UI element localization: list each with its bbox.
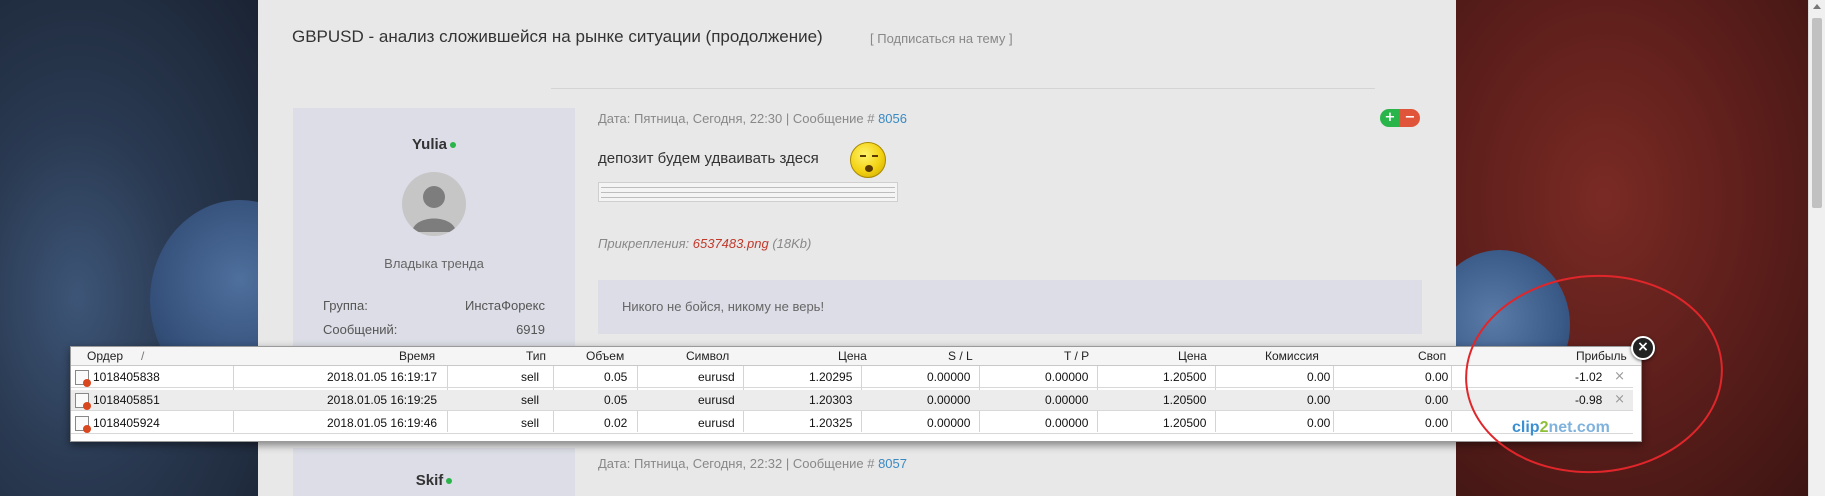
table-row[interactable]: 1018405851 2018.01.05 16:19:25 sell 0.05… [71, 390, 1633, 411]
order-price: 1.20303 [809, 393, 853, 407]
table-row[interactable]: 1018405924 2018.01.05 16:19:46 sell 0.02… [71, 413, 1633, 434]
avatar[interactable] [402, 172, 466, 236]
group-label: Группа: [323, 298, 368, 313]
order-time: 2018.01.05 16:19:46 [327, 416, 438, 430]
username-label[interactable]: Yulia [412, 136, 447, 153]
online-status-icon [450, 142, 457, 149]
order-current-price: 1.20500 [1163, 416, 1207, 430]
table-header: Ордер / Время Тип Объем Символ Цена S / … [71, 347, 1641, 366]
col-swap[interactable]: Своп [1418, 349, 1446, 363]
user-rank: Владыка тренда [384, 256, 484, 271]
col-volume[interactable]: Объем [586, 349, 624, 363]
order-swap: 0.00 [1425, 416, 1449, 430]
attachment-file-link[interactable]: 6537483.png [693, 236, 769, 251]
post-date-2: Дата: Пятница, Сегодня, 22:32 | Сообщени… [598, 456, 875, 471]
messages-value: 6919 [516, 322, 545, 337]
order-price: 1.20325 [809, 416, 853, 430]
trade-table-screenshot: Ордер / Время Тип Объем Символ Цена S / … [70, 346, 1642, 442]
post-date: Дата: Пятница, Сегодня, 22:30 | Сообщени… [598, 111, 875, 126]
col-commission[interactable]: Комиссия [1265, 349, 1319, 363]
order-volume: 0.02 [604, 416, 628, 430]
order-volume: 0.05 [604, 393, 628, 407]
smiley-icon [850, 142, 886, 178]
table-row[interactable]: 1018405838 2018.01.05 16:19:17 sell 0.05… [71, 367, 1633, 388]
order-icon [75, 393, 91, 410]
col-time[interactable]: Время [399, 349, 435, 363]
signature-text: Никого не бойся, никому не верь! [622, 299, 825, 314]
username[interactable]: Yulia [293, 136, 575, 153]
order-time: 2018.01.05 16:19:17 [327, 370, 438, 384]
vote-plus-button[interactable]: + [1380, 109, 1400, 127]
vote-buttons: + − [1380, 109, 1420, 127]
col-symbol[interactable]: Символ [686, 349, 729, 363]
topic-title: GBPUSD - анализ сложившейся на рынке сит… [292, 27, 823, 46]
post-number-link-2[interactable]: 8057 [878, 456, 907, 471]
order-id: 1018405838 [93, 370, 160, 384]
post-text: депозит будем удваивать здеся [598, 150, 819, 167]
messages-label: Сообщений: [323, 322, 398, 337]
order-tp: 0.00000 [1045, 370, 1089, 384]
attachment-thumbnail[interactable] [598, 182, 898, 202]
order-current-price: 1.20500 [1163, 370, 1207, 384]
order-commission: 0.00 [1307, 416, 1331, 430]
scroll-thumb[interactable] [1812, 18, 1822, 208]
order-symbol: eurusd [698, 416, 735, 430]
col-tp[interactable]: T / P [1064, 349, 1089, 363]
col-type[interactable]: Тип [526, 349, 546, 363]
order-symbol: eurusd [698, 370, 735, 384]
order-volume: 0.05 [604, 370, 628, 384]
order-type: sell [521, 393, 540, 407]
order-id: 1018405851 [93, 393, 160, 407]
col-order[interactable]: Ордер [87, 349, 123, 363]
order-sl: 0.00000 [927, 393, 971, 407]
order-commission: 0.00 [1307, 370, 1331, 384]
order-type: sell [521, 416, 540, 430]
order-icon [75, 370, 91, 387]
order-icon [75, 416, 91, 433]
attachments: Прикрепления: 6537483.png (18Kb) [598, 236, 811, 251]
post-meta-2: Дата: Пятница, Сегодня, 22:32 | Сообщени… [598, 456, 907, 471]
sort-indicator: / [141, 349, 145, 363]
order-tp: 0.00000 [1045, 416, 1089, 430]
user-panel: Yulia Владыка тренда Группа: ИнстаФорекс… [293, 108, 575, 358]
signature-box: Никого не бойся, никому не верь! [598, 280, 1422, 334]
order-symbol: eurusd [698, 393, 735, 407]
scrollbar[interactable] [1808, 0, 1825, 496]
order-commission: 0.00 [1307, 393, 1331, 407]
username-2[interactable]: Skif [293, 472, 575, 489]
user-silhouette-icon [412, 186, 456, 232]
order-type: sell [521, 370, 540, 384]
order-sl: 0.00000 [927, 416, 971, 430]
divider [551, 88, 1375, 89]
subscribe-link[interactable]: [ Подписаться на тему ] [870, 31, 1013, 46]
scroll-up-icon[interactable] [1813, 4, 1821, 9]
col-sl[interactable]: S / L [948, 349, 973, 363]
order-sl: 0.00000 [927, 370, 971, 384]
vote-minus-button[interactable]: − [1400, 109, 1420, 127]
group-value: ИнстаФорекс [465, 298, 545, 313]
order-swap: 0.00 [1425, 393, 1449, 407]
attachment-size: (18Kb) [772, 236, 812, 251]
order-current-price: 1.20500 [1163, 393, 1207, 407]
username-2-label[interactable]: Skif [416, 472, 444, 489]
online-status-icon-2 [446, 478, 453, 485]
attachments-label: Прикрепления: [598, 236, 690, 251]
post-number-link[interactable]: 8056 [878, 111, 907, 126]
order-time: 2018.01.05 16:19:25 [327, 393, 438, 407]
order-price: 1.20295 [809, 370, 853, 384]
post-meta: Дата: Пятница, Сегодня, 22:30 | Сообщени… [598, 111, 907, 126]
order-tp: 0.00000 [1045, 393, 1089, 407]
order-swap: 0.00 [1425, 370, 1449, 384]
col-price[interactable]: Цена [838, 349, 867, 363]
col-current-price[interactable]: Цена [1178, 349, 1207, 363]
order-id: 1018405924 [93, 416, 160, 430]
user-panel-2: Skif [293, 448, 575, 496]
